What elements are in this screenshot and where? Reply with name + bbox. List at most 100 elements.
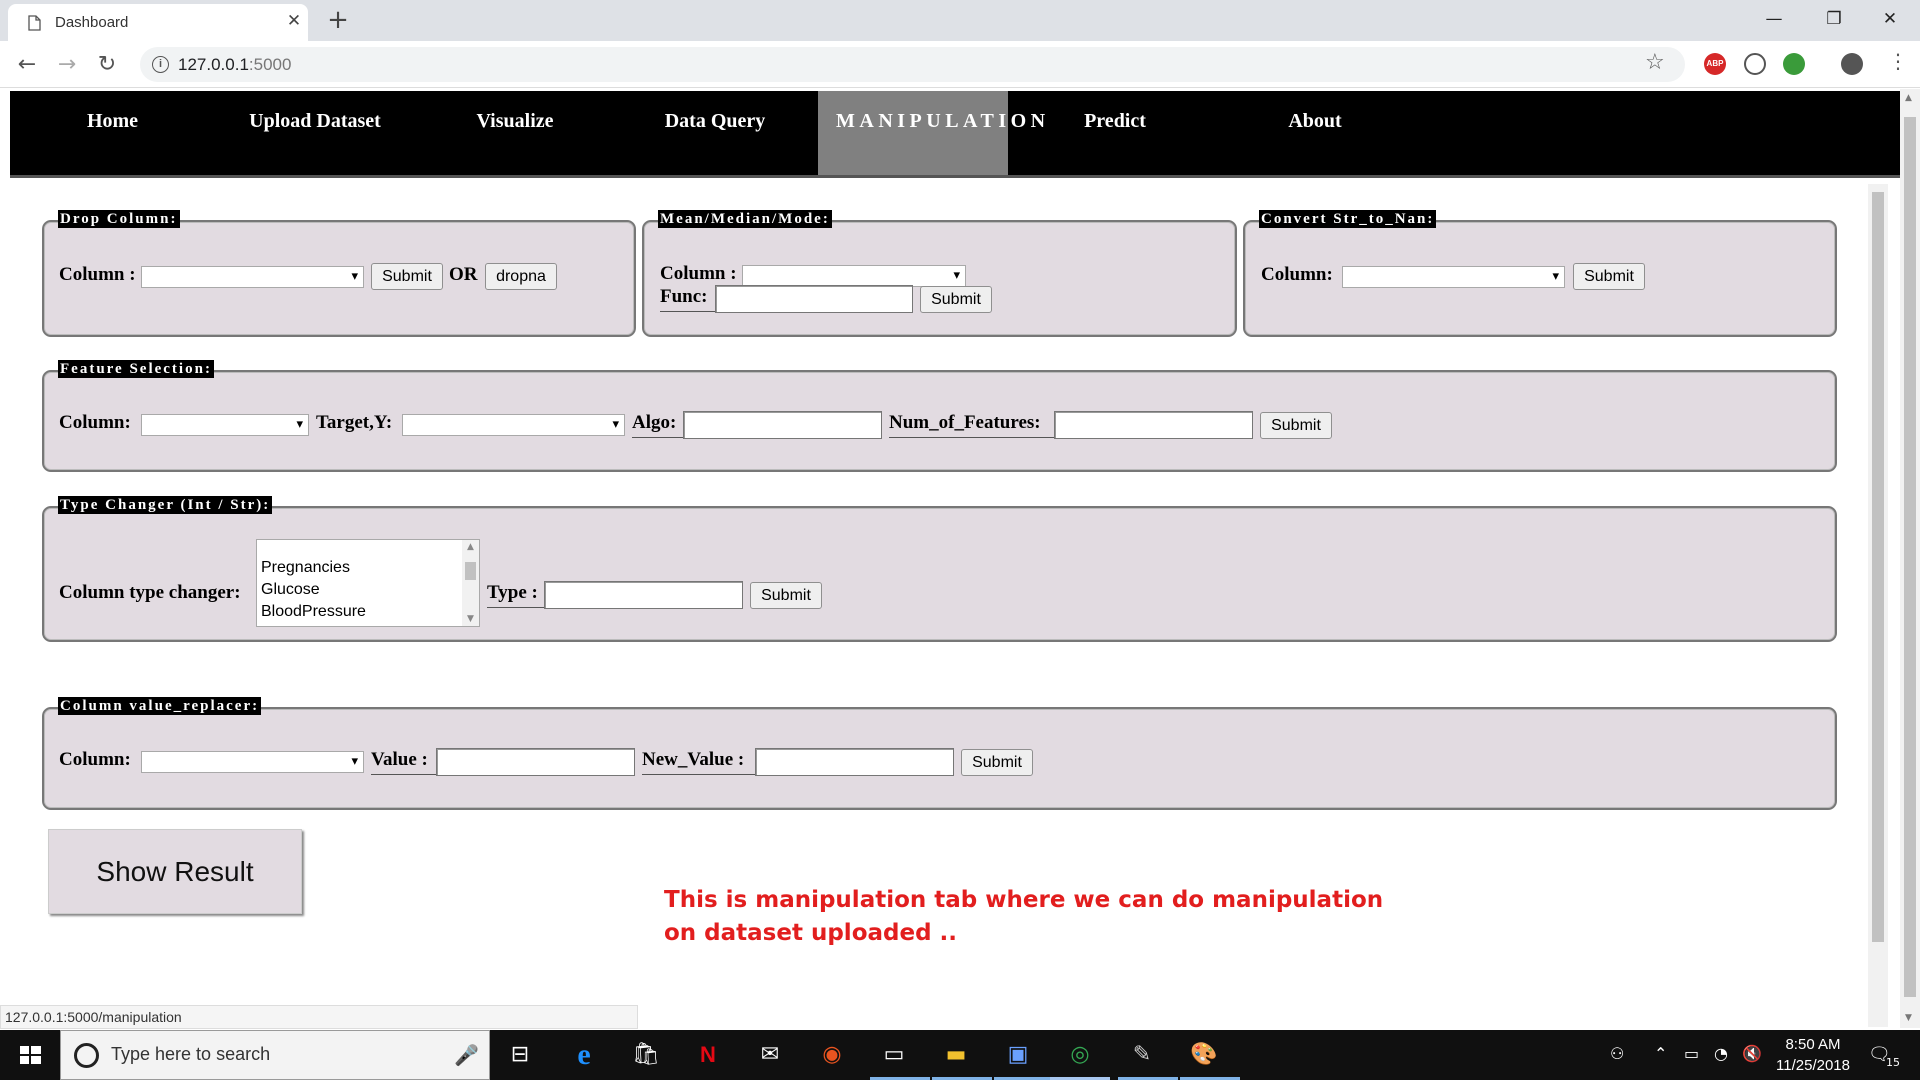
- paint-palette-icon[interactable]: 🎨: [1187, 1038, 1221, 1072]
- nav-home[interactable]: Home: [10, 91, 215, 175]
- page-scrollbar[interactable]: ▲ ▼: [1900, 89, 1920, 1028]
- page-viewport: Home Upload Dataset Visualize Data Query…: [0, 89, 1920, 1028]
- cortana-icon: [74, 1043, 99, 1068]
- chrome-icon[interactable]: ◎: [1063, 1038, 1097, 1072]
- profile-avatar-icon[interactable]: [1841, 53, 1863, 75]
- drop-column-submit-button[interactable]: Submit: [371, 263, 443, 290]
- mail-icon[interactable]: ✉: [753, 1038, 787, 1072]
- nav-manipulation[interactable]: MANIPULATION: [818, 91, 1045, 175]
- scroll-up-icon[interactable]: ▲: [462, 542, 479, 552]
- address-bar[interactable]: i 127.0.0.1:5000 ☆: [140, 47, 1685, 82]
- drop-column-label: Column :: [59, 264, 136, 285]
- new-value-input[interactable]: [755, 748, 954, 776]
- dropna-button[interactable]: dropna: [485, 263, 557, 290]
- page-icon: [28, 15, 41, 31]
- type-submit-button[interactable]: Submit: [750, 582, 822, 609]
- new-tab-button[interactable]: +: [324, 6, 352, 34]
- vr-column-label: Column:: [59, 749, 131, 770]
- tab-title: Dashboard: [55, 14, 129, 31]
- convert-column-select[interactable]: [1342, 266, 1565, 288]
- people-icon[interactable]: ⚇: [1610, 1044, 1624, 1063]
- taskbar-search-placeholder: Type here to search: [111, 1044, 271, 1064]
- vr-submit-button[interactable]: Submit: [961, 749, 1033, 776]
- value-replacer-panel: Column value_replacer: Column: Value : N…: [42, 697, 1837, 810]
- fs-submit-button[interactable]: Submit: [1260, 412, 1332, 439]
- convert-legend: Convert Str_to_Nan:: [1259, 210, 1437, 228]
- listbox-option[interactable]: BloodPressure: [261, 603, 366, 621]
- nav-about[interactable]: About: [1215, 91, 1415, 175]
- info-icon[interactable]: i: [152, 56, 169, 73]
- paint-tool-icon[interactable]: ✎: [1125, 1038, 1159, 1072]
- browser-menu-icon[interactable]: ⋮: [1888, 49, 1908, 73]
- taskbar-clock[interactable]: 8:50 AM 11/25/2018: [1768, 1034, 1858, 1076]
- reload-icon[interactable]: ↻: [92, 50, 122, 80]
- feature-selection-legend: Feature Selection:: [58, 360, 214, 378]
- scroll-down-icon[interactable]: ▼: [1905, 1013, 1912, 1023]
- drop-column-select[interactable]: [141, 266, 364, 288]
- listbox-scroll-thumb[interactable]: [465, 562, 476, 580]
- vr-column-select[interactable]: [141, 751, 364, 773]
- func-input[interactable]: [715, 285, 913, 313]
- url-host: 127.0.0.1: [178, 55, 249, 74]
- mmm-submit-button[interactable]: Submit: [920, 286, 992, 313]
- windows-taskbar: Type here to search 🎤 ⊟ e 🛍 N ✉ ◉ ▭ ▬ ▣ …: [0, 1030, 1920, 1080]
- cube-extension-icon[interactable]: [1783, 53, 1805, 75]
- value-input[interactable]: [436, 748, 635, 776]
- close-window-button[interactable]: ✕: [1862, 0, 1918, 38]
- convert-submit-button[interactable]: Submit: [1573, 263, 1645, 290]
- or-label: OR: [449, 264, 478, 285]
- nav-data-query[interactable]: Data Query: [615, 91, 815, 175]
- url-text[interactable]: 127.0.0.1:5000: [178, 55, 291, 75]
- start-button[interactable]: [0, 1030, 60, 1080]
- type-input[interactable]: [544, 581, 743, 609]
- nav-upload-dataset[interactable]: Upload Dataset: [215, 91, 415, 175]
- type-label: Type :: [487, 582, 538, 603]
- close-tab-icon[interactable]: ✕: [284, 11, 304, 31]
- adblock-extension-icon[interactable]: ABP: [1704, 53, 1726, 75]
- url-port: :5000: [248, 55, 292, 74]
- column-type-listbox[interactable]: Pregnancies Glucose BloodPressure ▲ ▼: [256, 539, 480, 627]
- value-label: Value :: [371, 749, 428, 770]
- task-view-icon[interactable]: ⊟: [503, 1038, 537, 1072]
- algo-input[interactable]: [683, 411, 882, 439]
- nav-visualize[interactable]: Visualize: [415, 91, 615, 175]
- mmm-column-select[interactable]: [742, 265, 966, 287]
- scroll-up-icon[interactable]: ▲: [1905, 93, 1912, 103]
- store-icon[interactable]: 🛍: [629, 1038, 663, 1072]
- listbox-scrollbar[interactable]: ▲ ▼: [462, 540, 479, 626]
- python-app-icon[interactable]: ▣: [1001, 1038, 1035, 1072]
- taskbar-search[interactable]: Type here to search 🎤: [60, 1030, 490, 1080]
- app-window-icon[interactable]: ▭: [877, 1038, 911, 1072]
- listbox-option[interactable]: Glucose: [261, 581, 320, 599]
- convert-str-to-nan-panel: Convert Str_to_Nan: Column: Submit: [1243, 210, 1837, 337]
- bookmark-star-icon[interactable]: ☆: [1645, 50, 1665, 75]
- microphone-icon[interactable]: 🎤: [454, 1043, 479, 1067]
- target-label: Target,Y:: [316, 412, 393, 433]
- volume-muted-icon[interactable]: 🔇: [1742, 1044, 1762, 1063]
- maximize-button[interactable]: ❐: [1806, 0, 1862, 38]
- back-arrow-icon[interactable]: ←: [12, 50, 42, 80]
- scroll-down-icon[interactable]: ▼: [462, 614, 479, 624]
- battery-icon[interactable]: ▭: [1684, 1044, 1699, 1063]
- ubuntu-icon[interactable]: ◉: [815, 1038, 849, 1072]
- inner-scroll-thumb[interactable]: [1872, 192, 1884, 942]
- inner-scrollbar[interactable]: [1868, 184, 1888, 1027]
- edge-icon[interactable]: e: [567, 1038, 601, 1072]
- fs-column-select[interactable]: [141, 414, 309, 436]
- notification-count: 15: [1886, 1056, 1900, 1069]
- nav-predict[interactable]: Predict: [1015, 91, 1215, 175]
- forward-arrow-icon[interactable]: →: [52, 50, 82, 80]
- wifi-icon[interactable]: ◔: [1714, 1044, 1728, 1063]
- file-explorer-icon[interactable]: ▬: [939, 1038, 973, 1072]
- num-features-input[interactable]: [1054, 411, 1253, 439]
- netflix-icon[interactable]: N: [691, 1038, 725, 1072]
- browser-tab[interactable]: Dashboard ✕: [8, 4, 308, 41]
- show-result-button[interactable]: Show Result: [48, 829, 302, 914]
- top-navbar: Home Upload Dataset Visualize Data Query…: [10, 91, 1900, 178]
- tray-chevron-icon[interactable]: ⌃: [1654, 1044, 1667, 1063]
- minimize-button[interactable]: —: [1746, 0, 1802, 38]
- listbox-option[interactable]: Pregnancies: [261, 559, 350, 577]
- page-scroll-thumb[interactable]: [1904, 117, 1916, 997]
- target-select[interactable]: [402, 414, 625, 436]
- sync-extension-icon[interactable]: [1744, 53, 1766, 75]
